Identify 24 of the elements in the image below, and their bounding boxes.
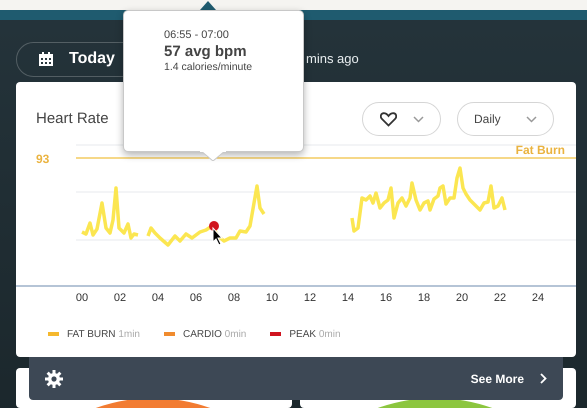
x-axis-label: 06 — [188, 291, 204, 306]
x-axis-label: 14 — [340, 291, 356, 306]
x-axis-label: 10 — [264, 291, 280, 306]
x-axis-label: 24 — [530, 291, 546, 306]
x-axis-label: 16 — [378, 291, 394, 306]
card-title: Heart Rate — [36, 108, 109, 129]
x-axis-label: 02 — [112, 291, 128, 306]
x-axis-label: 08 — [226, 291, 242, 306]
x-axis-label: 12 — [302, 291, 318, 306]
legend-label: CARDIO 0min — [183, 328, 246, 342]
legend-label: PEAK 0min — [289, 328, 341, 342]
x-axis-label: 20 — [454, 291, 470, 306]
x-axis-label: 04 — [150, 291, 166, 306]
sync-status: mins ago — [306, 50, 359, 68]
zone-label: Fat Burn — [516, 143, 565, 157]
x-axis-label: 18 — [416, 291, 432, 306]
x-axis-label: 00 — [74, 291, 90, 306]
calorie-rate: 1.4 calories/minute — [164, 60, 254, 75]
legend-label: FAT BURN 1min — [67, 328, 140, 342]
threshold-value: 93 — [36, 152, 50, 166]
date-label: Today — [69, 49, 115, 69]
time-range: 06:55 - 07:00 — [164, 28, 230, 43]
x-axis-label: 22 — [492, 291, 508, 306]
bpm-value: 57 avg bpm — [164, 44, 248, 60]
